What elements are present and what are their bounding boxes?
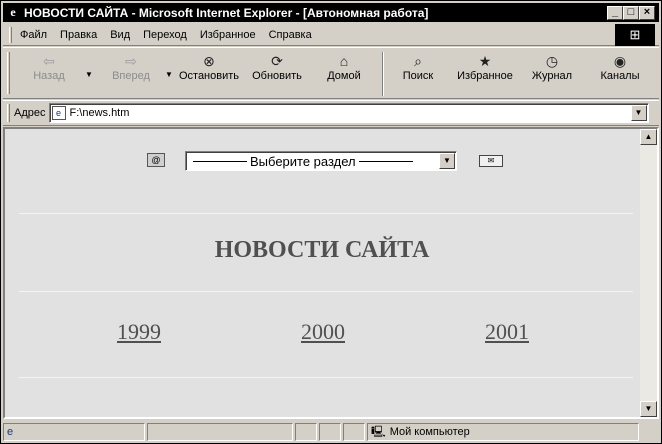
web-page: @ Выберите раздел ▼ ✉ НОВОСТИ САЙТА 1999… [5,129,639,417]
back-dropdown-icon[interactable]: ▼ [85,70,93,79]
envelope-icon[interactable]: ✉ [479,155,503,167]
section-select[interactable]: Выберите раздел ▼ [185,151,457,171]
status-zone-panel: 🖳 Мой компьютер [367,423,639,441]
status-main-panel: e [3,423,145,441]
back-arrow-icon: ⇦ [43,53,55,69]
status-zone: Мой компьютер [389,426,470,438]
forward-button[interactable]: ⇨ Вперед [107,52,155,94]
search-label: Поиск [402,70,434,82]
select-placeholder: Выберите раздел [250,153,356,169]
status-panel-5 [343,423,365,441]
status-bar: e 🖳 Мой компьютер [3,422,659,442]
address-label: Адрес [14,107,46,119]
maximize-button[interactable]: □ [623,6,639,20]
favorites-icon: ★ [478,53,492,69]
status-panel-4 [319,423,341,441]
select-dash-right [358,160,413,162]
menu-edit[interactable]: Правка [60,29,97,41]
ie-icon: e [10,5,16,19]
home-button[interactable]: ⌂ Домой [323,52,365,94]
home-label: Домой [327,70,361,82]
menu-bar: Файл Правка Вид Переход Избранное Справк… [3,24,659,46]
back-button[interactable]: ⇦ Назад [29,52,69,94]
forward-label: Вперед [112,70,150,82]
divider-middle [19,291,633,292]
home-icon: ⌂ [339,53,349,69]
menu-help[interactable]: Справка [269,29,312,41]
toolbar-grip [7,52,10,94]
search-icon: ⌕ [414,53,422,69]
minimize-button[interactable]: _ [607,6,623,20]
nav-row: @ Выберите раздел ▼ ✉ [5,149,639,173]
search-button[interactable]: ⌕ Поиск [399,52,437,94]
forward-arrow-icon: ⇨ [125,53,137,69]
address-value: F:\news.htm [69,107,130,119]
refresh-button[interactable]: ⟳ Обновить [249,52,305,94]
windows-logo-icon: ⊞ [615,24,655,46]
select-dropdown-icon[interactable]: ▼ [439,153,455,169]
page-icon: e [51,106,66,120]
stop-label: Остановить [178,70,240,82]
toolbar: ⇦ Назад ▼ ⇨ Вперед ▼ ⊗ Остановить ⟳ Обно… [3,47,659,99]
channels-button[interactable]: ◉ Каналы [597,52,643,94]
channels-label: Каналы [600,70,640,82]
menu-grip [9,26,12,43]
favorites-label: Избранное [457,70,513,82]
divider-bottom [19,377,633,378]
address-input[interactable]: e F:\news.htm ▼ [48,103,649,123]
select-dash-left [193,160,247,162]
year-link-2000[interactable]: 2000 [301,319,345,345]
history-label: Журнал [531,70,573,82]
status-panel-3 [295,423,317,441]
forward-dropdown-icon[interactable]: ▼ [165,70,173,79]
history-icon: ◷ [545,53,559,69]
year-link-2001[interactable]: 2001 [485,319,529,345]
scroll-up-icon[interactable]: ▲ [640,129,657,145]
stop-button[interactable]: ⊗ Остановить [177,52,241,94]
page-title: НОВОСТИ САЙТА [214,237,430,263]
toolbar-separator [382,52,384,96]
channels-icon: ◉ [613,53,627,69]
browser-window: e НОВОСТИ САЙТА - Microsoft Internet Exp… [0,0,662,444]
history-button[interactable]: ◷ Журнал [529,52,575,94]
title-bar: e НОВОСТИ САЙТА - Microsoft Internet Exp… [3,3,659,22]
refresh-label: Обновить [252,70,302,82]
scroll-down-icon[interactable]: ▼ [640,401,657,417]
favorites-button[interactable]: ★ Избранное [455,52,515,94]
year-link-1999[interactable]: 1999 [117,319,161,345]
mail-icon[interactable]: @ [147,153,165,167]
page-viewport: @ Выберите раздел ▼ ✉ НОВОСТИ САЙТА 1999… [3,127,659,419]
divider-top [19,213,633,214]
back-label: Назад [33,70,65,82]
address-bar: Адрес e F:\news.htm ▼ [3,100,659,126]
address-dropdown-icon[interactable]: ▼ [630,105,647,121]
refresh-icon: ⟳ [271,53,283,69]
address-grip [7,104,10,122]
menu-view[interactable]: Вид [110,29,130,41]
vertical-scrollbar[interactable]: ▲ ▼ [640,129,657,417]
computer-icon: 🖳 [371,425,386,438]
menu-favorites[interactable]: Избранное [200,29,256,41]
window-title: НОВОСТИ САЙТА - Microsoft Internet Explo… [24,5,429,20]
stop-icon: ⊗ [203,53,215,69]
menu-file[interactable]: Файл [20,29,47,41]
close-button[interactable]: × [639,6,655,20]
status-panel-2 [147,423,293,441]
status-page-icon: e [7,426,14,438]
menu-go[interactable]: Переход [143,29,187,41]
